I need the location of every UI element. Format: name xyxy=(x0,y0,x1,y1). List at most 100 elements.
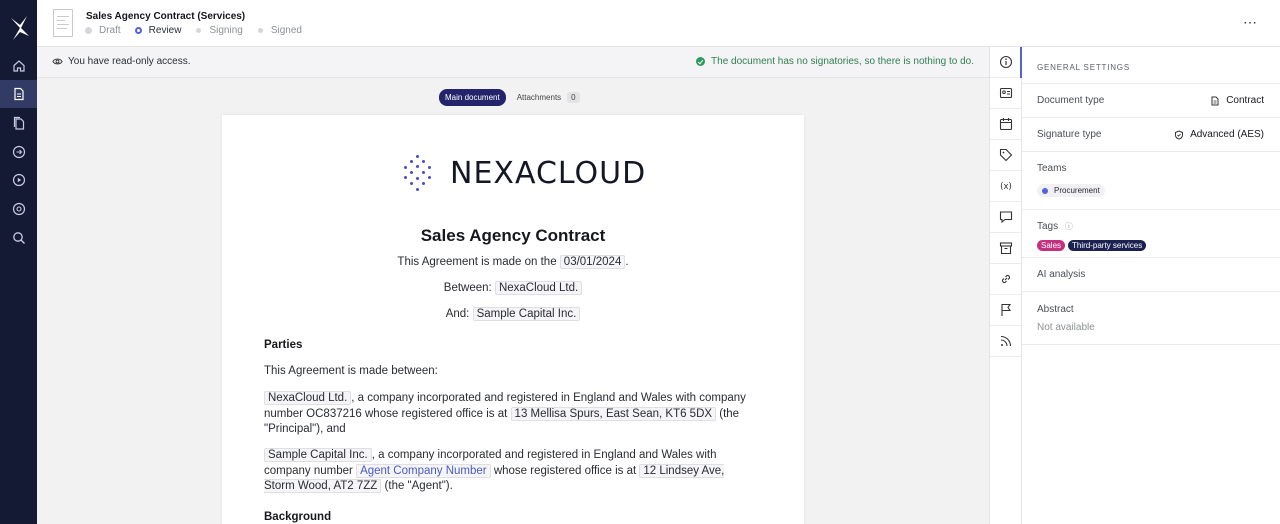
parties-heading: Parties xyxy=(264,339,303,351)
contract-icon xyxy=(1211,96,1219,105)
search-icon xyxy=(12,232,25,244)
rail-archive[interactable] xyxy=(990,233,1021,264)
brand-name: NEXACLOUD xyxy=(450,155,647,191)
date-field[interactable]: 03/01/2024 xyxy=(559,255,626,269)
archive-icon xyxy=(999,242,1012,255)
team-chip[interactable]: Procurement xyxy=(1037,184,1105,197)
document-title: Sales Agency Contract (Services) xyxy=(86,11,246,22)
contract-heading: Sales Agency Contract xyxy=(420,226,606,245)
tab-main-document[interactable]: Main document xyxy=(439,89,506,106)
nav-home[interactable] xyxy=(0,52,37,80)
abstract-label: Abstract xyxy=(1037,304,1074,315)
abstract-row: Abstract Not available xyxy=(1022,292,1280,345)
rail-flag[interactable] xyxy=(990,295,1021,326)
signature-type-row[interactable]: Signature type Advanced (AES) xyxy=(1022,118,1280,152)
parties-intro: This Agreement is made between: xyxy=(264,365,438,377)
play-icon xyxy=(12,173,25,187)
feed-icon xyxy=(1000,335,1011,347)
documents-icon xyxy=(13,116,24,130)
signature-type-label: Signature type xyxy=(1037,129,1102,140)
tag-sales[interactable]: Sales xyxy=(1037,240,1066,251)
attachments-count-badge: 0 xyxy=(567,92,580,103)
rail-comments[interactable] xyxy=(990,202,1021,233)
document-tabs: Main document Attachments 0 xyxy=(439,89,580,106)
integrations-icon xyxy=(12,202,25,216)
svg-text:(x): (x) xyxy=(1000,182,1012,192)
nav-integrations[interactable] xyxy=(0,195,37,223)
document-type-value: Contract xyxy=(1210,95,1264,106)
settings-header-row: GENERAL SETTINGS xyxy=(1022,47,1280,84)
document-header: Sales Agency Contract (Services) Draft R… xyxy=(37,0,1280,47)
tag-icon xyxy=(999,148,1012,162)
company-logo: NEXACLOUD xyxy=(402,155,646,191)
party-2-paragraph: Sample Capital Inc., a company incorpora… xyxy=(264,448,725,493)
contacts-icon xyxy=(999,87,1012,99)
document-page: NEXACLOUD Sales Agency Contract This Agr… xyxy=(222,115,804,524)
team-dot-icon xyxy=(1042,187,1048,194)
agreement-date-line: This Agreement is made on the 03/01/2024… xyxy=(397,255,629,269)
step-draft: Draft xyxy=(85,25,121,36)
principal-name-field[interactable]: NexaCloud Ltd. xyxy=(494,281,583,295)
rail-links[interactable] xyxy=(990,264,1021,295)
teams-row[interactable]: Teams Procurement xyxy=(1022,152,1280,210)
home-icon xyxy=(12,60,25,72)
info-icon xyxy=(999,55,1012,69)
tab-attachments[interactable]: Attachments 0 xyxy=(517,92,580,103)
teams-label: Teams xyxy=(1037,163,1067,174)
party-1-name-field[interactable]: NexaCloud Ltd. xyxy=(264,391,352,405)
rail-variables[interactable]: (x) xyxy=(990,171,1021,202)
rail-calendar[interactable] xyxy=(990,109,1021,140)
agent-name-field[interactable]: Sample Capital Inc. xyxy=(472,307,581,321)
and-line: And: Sample Capital Inc. xyxy=(222,307,804,321)
panel-icon-rail: (x) xyxy=(989,47,1022,524)
tag-third-party-services[interactable]: Third-party services xyxy=(1068,240,1147,251)
notice-bar: You have read-only access. The document … xyxy=(37,47,989,78)
abstract-value: Not available xyxy=(1037,322,1095,333)
step-done-icon xyxy=(85,27,92,34)
more-options-icon[interactable]: ⋯ xyxy=(1243,14,1258,31)
eye-icon xyxy=(52,58,63,65)
step-review: Review xyxy=(134,25,181,36)
tags-info-icon[interactable]: ⓘ xyxy=(1065,222,1073,231)
nav-play[interactable] xyxy=(0,166,37,194)
background-heading: Background xyxy=(264,511,332,523)
step-signing: Signing xyxy=(195,25,243,36)
tags-row[interactable]: Tags ⓘ Sales Third-party services xyxy=(1022,210,1280,258)
shield-check-icon xyxy=(1175,129,1184,140)
left-navigation xyxy=(0,0,37,524)
party-2-name-field[interactable]: Sample Capital Inc. xyxy=(264,448,372,462)
rail-tags[interactable] xyxy=(990,140,1021,171)
general-settings-panel: GENERAL SETTINGS Document type Contract … xyxy=(1022,47,1280,524)
variables-icon: (x) xyxy=(1000,182,1012,192)
nav-search[interactable] xyxy=(0,224,37,252)
check-circle-icon xyxy=(696,57,706,66)
rail-info[interactable] xyxy=(990,47,1022,78)
rail-feed[interactable] xyxy=(990,326,1021,357)
ai-analysis-label: AI analysis xyxy=(1037,269,1086,280)
nav-documents[interactable] xyxy=(0,109,37,137)
calendar-icon xyxy=(999,118,1012,131)
brand-dots-icon xyxy=(402,155,434,191)
rail-contacts[interactable] xyxy=(990,78,1021,109)
document-type-row[interactable]: Document type Contract xyxy=(1022,84,1280,118)
ai-analysis-row[interactable]: AI analysis xyxy=(1022,258,1280,292)
flag-icon xyxy=(1000,303,1011,316)
app-logo[interactable] xyxy=(9,14,31,42)
party-1-address-field[interactable]: 13 Mellisa Spurs, East Sean, KT6 5DX xyxy=(510,406,717,421)
status-notice: The document has no signatories, so ther… xyxy=(696,56,974,67)
workflow-steps: Draft Review Signing Signed xyxy=(85,25,316,36)
comments-icon xyxy=(999,211,1012,224)
between-line: Between: NexaCloud Ltd. xyxy=(222,281,804,295)
document-thumbnail xyxy=(53,9,73,37)
step-upcoming-icon xyxy=(196,28,202,33)
document-type-label: Document type xyxy=(1037,95,1105,106)
company-number-field[interactable]: Agent Company Number xyxy=(356,463,491,478)
document-icon xyxy=(13,87,24,101)
nav-document[interactable] xyxy=(0,80,37,108)
step-signed: Signed xyxy=(257,25,302,36)
nav-templates[interactable] xyxy=(0,138,37,166)
tags-label: Tags ⓘ xyxy=(1037,221,1073,232)
templates-icon xyxy=(12,145,25,159)
step-upcoming-icon xyxy=(257,28,263,33)
step-current-icon xyxy=(134,27,142,34)
